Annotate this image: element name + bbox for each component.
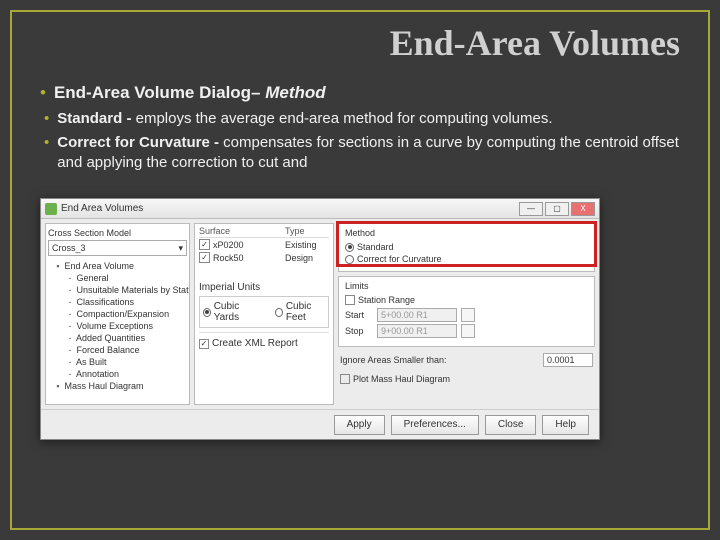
tree-item[interactable]: - Added Quantities bbox=[48, 332, 187, 344]
bullet2-text: employs the average end-area method for … bbox=[136, 110, 553, 127]
bullet3-bold: Correct for Curvature - bbox=[57, 134, 223, 151]
tree-root[interactable]: ▪ End Area Volume bbox=[48, 260, 187, 272]
pick-start-button[interactable] bbox=[461, 308, 475, 322]
dialog-footer: Apply Preferences... Close Help bbox=[41, 409, 599, 439]
tree-root2[interactable]: ▪ Mass Haul Diagram bbox=[48, 380, 187, 392]
surface-row[interactable]: ✓ Rock50 Design bbox=[199, 251, 329, 264]
collapse-icon: ▪ bbox=[54, 261, 62, 271]
close-button[interactable]: X bbox=[571, 202, 595, 216]
tree-item[interactable]: - Forced Balance bbox=[48, 344, 187, 356]
start-label: Start bbox=[345, 310, 373, 320]
radio-cubic-feet[interactable]: Cubic Feet bbox=[275, 300, 325, 324]
checkbox-icon bbox=[199, 339, 209, 349]
tree-item[interactable]: - Compaction/Expansion bbox=[48, 308, 187, 320]
maximize-button[interactable]: ▢ bbox=[545, 202, 569, 216]
close-dialog-button[interactable]: Close bbox=[485, 415, 537, 435]
tree-label: Cross Section Model bbox=[48, 228, 187, 238]
expand-icon: ▪ bbox=[54, 381, 62, 391]
help-button[interactable]: Help bbox=[542, 415, 589, 435]
radio-icon bbox=[275, 308, 283, 317]
ignore-field[interactable]: 0.0001 bbox=[543, 353, 593, 367]
ignore-label: Ignore Areas Smaller than: bbox=[340, 355, 539, 365]
chevron-down-icon: ▾ bbox=[178, 243, 183, 254]
bullet-icon: • bbox=[40, 82, 46, 105]
bullet1-label: End-Area Volume Dialog– bbox=[54, 83, 265, 102]
tree-pane: Cross Section Model Cross_3 ▾ ▪ End Area… bbox=[45, 223, 190, 405]
apply-button[interactable]: Apply bbox=[334, 415, 385, 435]
radio-icon bbox=[203, 308, 211, 317]
checkbox-icon bbox=[345, 295, 355, 305]
radio-icon bbox=[345, 255, 354, 264]
method-group: Method Standard Correct for Curvature bbox=[338, 223, 595, 272]
bullet-icon: • bbox=[44, 109, 49, 129]
tree-item[interactable]: - Classifications bbox=[48, 296, 187, 308]
bullet1-method: Method bbox=[265, 83, 325, 102]
cross-section-select[interactable]: Cross_3 ▾ bbox=[48, 240, 187, 256]
tree-item[interactable]: - As Built bbox=[48, 356, 187, 368]
limits-group: Limits Station Range Start 5+00.00 R1 St… bbox=[338, 276, 595, 347]
bullet-icon: • bbox=[44, 133, 49, 174]
units-group-title: Imperial Units bbox=[199, 282, 329, 293]
stop-label: Stop bbox=[345, 326, 373, 336]
slide-content: • End-Area Volume Dialog– Method • Stand… bbox=[40, 82, 680, 178]
slide-title: End-Area Volumes bbox=[390, 22, 680, 64]
method-title: Method bbox=[345, 228, 588, 238]
dialog-window: End Area Volumes — ▢ X Cross Section Mod… bbox=[40, 198, 600, 440]
col-type: Type bbox=[285, 226, 329, 236]
tree-item[interactable]: - Unsuitable Materials by Station bbox=[48, 284, 187, 296]
create-xml-checkbox[interactable]: Create XML Report bbox=[199, 337, 298, 350]
tree-item[interactable]: - Annotation bbox=[48, 368, 187, 380]
checkbox-icon[interactable]: ✓ bbox=[199, 252, 210, 263]
radio-icon bbox=[345, 243, 354, 252]
limits-title: Limits bbox=[345, 281, 588, 291]
tree-item[interactable]: - Volume Exceptions bbox=[48, 320, 187, 332]
checkbox-icon[interactable]: ✓ bbox=[199, 239, 210, 250]
col-surface: Surface bbox=[199, 226, 285, 236]
radio-cubic-yards[interactable]: Cubic Yards bbox=[203, 300, 257, 324]
tree-item[interactable]: - General bbox=[48, 272, 187, 284]
dialog-titlebar[interactable]: End Area Volumes — ▢ X bbox=[41, 199, 599, 219]
station-range-checkbox[interactable]: Station Range bbox=[345, 294, 588, 306]
start-field[interactable]: 5+00.00 R1 bbox=[377, 308, 457, 322]
minimize-button[interactable]: — bbox=[519, 202, 543, 216]
surface-row[interactable]: ✓ xP0200 Existing bbox=[199, 238, 329, 251]
stop-field[interactable]: 9+00.00 R1 bbox=[377, 324, 457, 338]
radio-standard[interactable]: Standard bbox=[345, 241, 588, 253]
plot-mass-haul-checkbox[interactable]: Plot Mass Haul Diagram bbox=[340, 373, 593, 385]
checkbox-icon bbox=[340, 374, 350, 384]
bullet2-bold: Standard - bbox=[57, 110, 135, 127]
cross-section-value: Cross_3 bbox=[52, 243, 86, 253]
radio-correct-curvature[interactable]: Correct for Curvature bbox=[345, 253, 588, 265]
surface-list: Surface Type ✓ xP0200 Existing ✓ Rock50 … bbox=[194, 223, 334, 405]
preferences-button[interactable]: Preferences... bbox=[391, 415, 479, 435]
dialog-title: End Area Volumes bbox=[61, 203, 519, 214]
pick-stop-button[interactable] bbox=[461, 324, 475, 338]
app-icon bbox=[45, 203, 57, 215]
